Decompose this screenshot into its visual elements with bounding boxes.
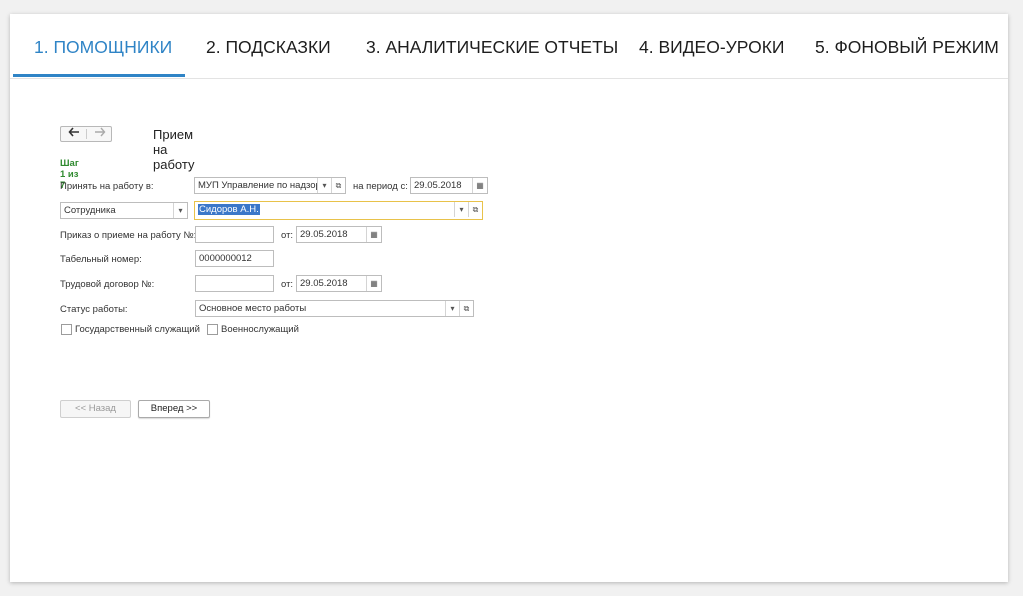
- arrow-right-icon[interactable]: [87, 127, 112, 141]
- chevron-down-icon[interactable]: ▾: [445, 301, 459, 316]
- civil-servant-checkbox[interactable]: [61, 324, 72, 335]
- form-title: Прием на работу: [153, 127, 195, 172]
- period-date-field[interactable]: 29.05.2018 ▦: [410, 177, 488, 194]
- history-nav: [60, 126, 112, 142]
- back-button[interactable]: << Назад: [60, 400, 131, 418]
- hire-to-label: Принять на работу в:: [60, 181, 154, 192]
- tab-number-label: Табельный номер:: [60, 254, 142, 265]
- chevron-down-icon[interactable]: ▾: [454, 202, 468, 217]
- open-link-icon[interactable]: ⧉: [459, 301, 473, 316]
- organization-value: МУП Управление по надзор: [198, 180, 321, 191]
- order-number-field[interactable]: [195, 226, 274, 243]
- organization-field[interactable]: МУП Управление по надзор ▾ ⧉: [194, 177, 346, 194]
- tab-number-field[interactable]: 0000000012: [195, 250, 274, 267]
- order-label: Приказ о приеме на работу №:: [60, 230, 197, 241]
- tab-helpers[interactable]: 1. ПОМОЩНИКИ: [34, 14, 172, 78]
- employee-field[interactable]: Сидоров А.Н. ▾ ⧉: [194, 201, 483, 220]
- contract-date-field[interactable]: 29.05.2018 ▦: [296, 275, 382, 292]
- order-date-field[interactable]: 29.05.2018 ▦: [296, 226, 382, 243]
- tab-video-lessons[interactable]: 4. ВИДЕО-УРОКИ: [639, 14, 784, 78]
- civil-servant-label: Государственный служащий: [75, 324, 200, 335]
- employee-value: Сидоров А.Н.: [198, 204, 260, 215]
- open-link-icon[interactable]: ⧉: [468, 202, 482, 217]
- tab-number-value: 0000000012: [199, 253, 252, 264]
- period-label: на период с:: [353, 181, 408, 192]
- military-label: Военнослужащий: [221, 324, 299, 335]
- status-value: Основное место работы: [199, 303, 307, 314]
- contract-number-field[interactable]: [195, 275, 274, 292]
- tab-bar: 1. ПОМОЩНИКИ 2. ПОДСКАЗКИ 3. АНАЛИТИЧЕСК…: [10, 14, 1008, 79]
- period-date-value: 29.05.2018: [414, 180, 462, 191]
- chevron-down-icon[interactable]: ▾: [173, 203, 187, 218]
- contract-from-label: от:: [281, 279, 294, 290]
- order-from-label: от:: [281, 230, 294, 241]
- calendar-icon[interactable]: ▦: [472, 178, 487, 193]
- status-select[interactable]: Основное место работы ▾ ⧉: [195, 300, 474, 317]
- tab-hints[interactable]: 2. ПОДСКАЗКИ: [206, 14, 331, 78]
- employee-type-value: Сотрудника: [64, 205, 116, 216]
- tab-background-mode[interactable]: 5. ФОНОВЫЙ РЕЖИМ: [815, 14, 999, 78]
- order-date-value: 29.05.2018: [300, 229, 348, 240]
- arrow-left-icon[interactable]: [61, 127, 86, 141]
- calendar-icon[interactable]: ▦: [366, 227, 381, 242]
- window-card: 1. ПОМОЩНИКИ 2. ПОДСКАЗКИ 3. АНАЛИТИЧЕСК…: [10, 14, 1008, 582]
- calendar-icon[interactable]: ▦: [366, 276, 381, 291]
- tab-analytic-reports[interactable]: 3. АНАЛИТИЧЕСКИЕ ОТЧЕТЫ: [366, 14, 618, 78]
- active-tab-indicator: [13, 74, 185, 77]
- open-link-icon[interactable]: ⧉: [331, 178, 345, 193]
- military-checkbox[interactable]: [207, 324, 218, 335]
- contract-label: Трудовой договор №:: [60, 279, 155, 290]
- chevron-down-icon[interactable]: ▾: [317, 178, 331, 193]
- status-label: Статус работы:: [60, 304, 128, 315]
- employee-type-select[interactable]: Сотрудника ▾: [60, 202, 188, 219]
- next-button[interactable]: Вперед >>: [138, 400, 210, 418]
- contract-date-value: 29.05.2018: [300, 278, 348, 289]
